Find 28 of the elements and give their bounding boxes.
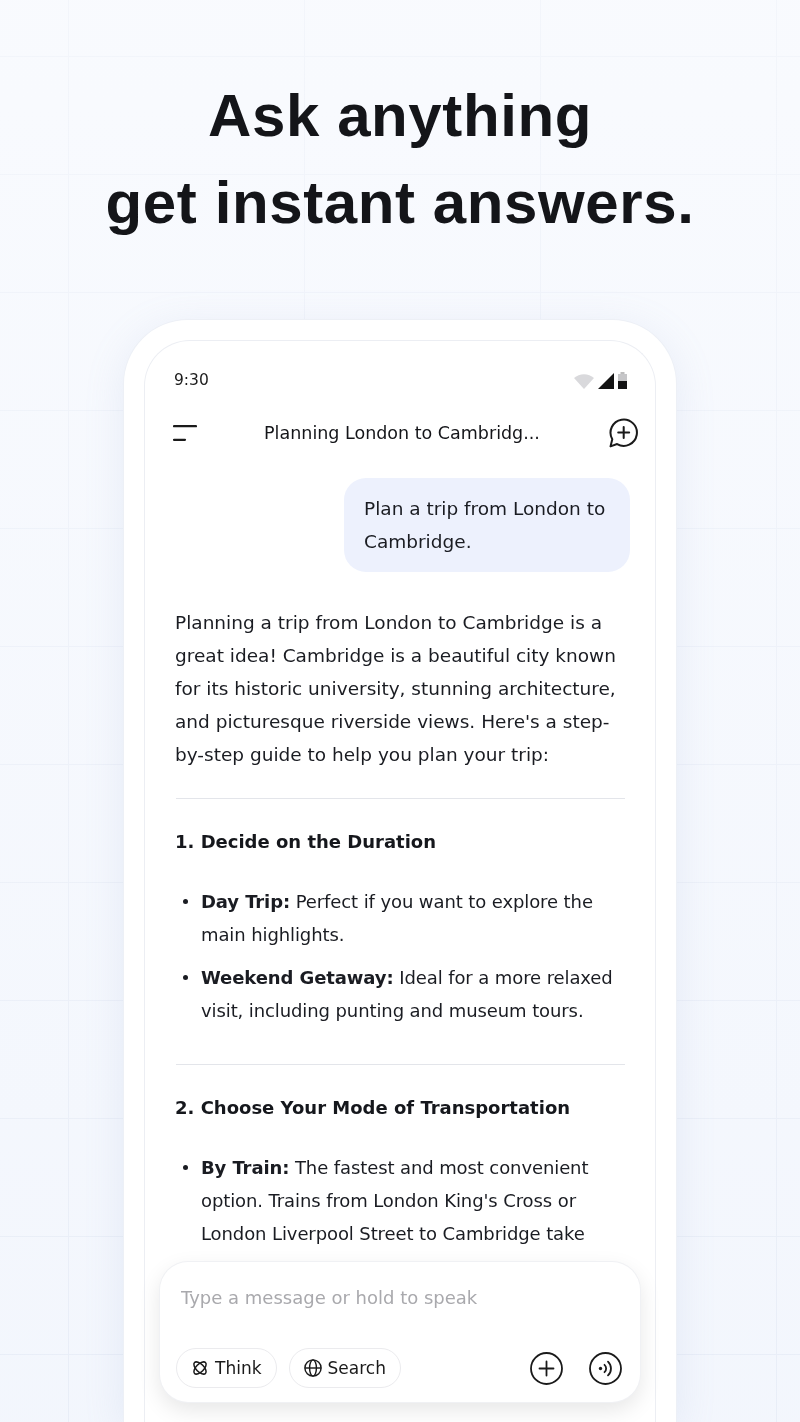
voice-icon (589, 1351, 622, 1385)
assistant-paragraph: Planning a trip from London to Cambridge is a great idea! Cambridge is a beautiful city known for its historic university, stunning architecture, and picturesque riverside views. Here's a step-by-step guide to help you plan your trip: (175, 611, 617, 767)
status-time: 9:30 (174, 371, 209, 389)
signal-icon (598, 372, 614, 389)
globe-icon (303, 1359, 322, 1377)
new-chat-icon (609, 418, 639, 448)
search-toggle[interactable]: Search (288, 1348, 401, 1388)
new-chat-button[interactable] (609, 418, 639, 448)
bullet-text: By Train: The fastest and most convenient option. Trains from London King's Cross or London Liverpool Street to Cambridge take (201, 1156, 590, 1246)
user-message: Plan a trip from London to Cambridge. (344, 478, 630, 572)
message-input[interactable]: Type a message or hold to speak (176, 1279, 622, 1315)
bullet-text: Weekend Getaway: Ideal for a more relaxed visit, including punting and museum tours. (201, 966, 614, 1023)
add-button[interactable] (530, 1351, 563, 1385)
menu-icon (173, 425, 197, 441)
bullet-icon (183, 1165, 188, 1170)
wifi-icon (574, 373, 594, 389)
chat-title: Planning London to Cambridg... (263, 423, 541, 443)
voice-button[interactable] (589, 1351, 622, 1385)
bullet-text: Day Trip: Perfect if you want to explore the main highlights. (201, 890, 594, 947)
bullet-icon (183, 975, 188, 980)
section-heading: 2. Choose Your Mode of Transportation (175, 1096, 572, 1120)
plus-icon (530, 1351, 563, 1385)
battery-icon (618, 371, 627, 389)
think-toggle[interactable]: Think (176, 1348, 277, 1388)
headline: Ask anything get instant answers. (105, 81, 695, 238)
bullet-icon (183, 899, 188, 904)
section-heading: 1. Decide on the Duration (175, 830, 438, 854)
atom-icon (191, 1359, 209, 1377)
